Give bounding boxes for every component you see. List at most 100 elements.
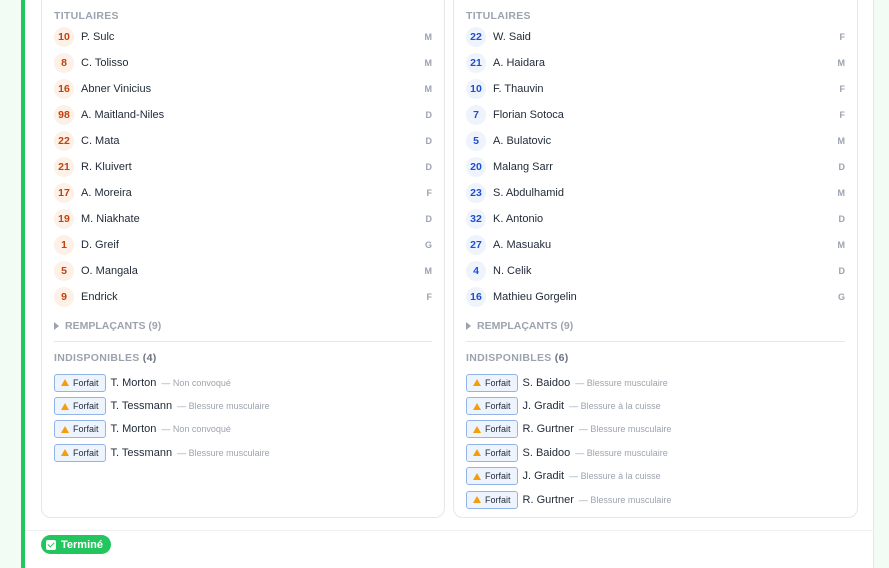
player-row[interactable]: 5 A. Bulatovic M xyxy=(466,128,845,154)
warning-triangle-icon xyxy=(473,379,481,387)
player-name: D. Greif xyxy=(81,239,119,251)
player-row[interactable]: 16 Mathieu Gorgelin G xyxy=(466,284,845,310)
player-row[interactable]: 1 D. Greif G xyxy=(54,232,432,258)
player-name: A. Maitland-Niles xyxy=(81,109,165,121)
warning-triangle-icon xyxy=(61,402,69,410)
badge-label: Forfait xyxy=(485,471,511,482)
player-position: M xyxy=(424,266,433,276)
player-position: F xyxy=(839,84,846,94)
player-position: F xyxy=(839,32,846,42)
unavailable-player-name: S. Baidoo xyxy=(522,446,571,459)
player-number: 27 xyxy=(466,235,486,255)
player-number: 10 xyxy=(54,27,74,47)
warning-triangle-icon xyxy=(61,379,69,387)
player-number: 1 xyxy=(54,235,74,255)
unavailable-reason: — Blessure musculaire xyxy=(177,447,270,458)
player-position: M xyxy=(424,84,433,94)
unavailable-row: Forfait S. Baidoo — Blessure musculaire xyxy=(466,371,845,394)
player-row[interactable]: 23 S. Abdulhamid M xyxy=(466,180,845,206)
player-number: 10 xyxy=(466,79,486,99)
player-position: G xyxy=(424,240,432,250)
player-row[interactable]: 20 Malang Sarr D xyxy=(466,154,845,180)
player-row[interactable]: 19 M. Niakhate D xyxy=(54,206,432,232)
player-row[interactable]: 8 C. Tolisso M xyxy=(54,50,432,76)
caret-right-icon xyxy=(54,322,59,330)
home-unavailable-list: Forfait T. Morton — Non convoqué Forfait T.… xyxy=(54,371,432,465)
player-position: M xyxy=(837,240,846,250)
substitutes-label: REMPLAÇANTS (9) xyxy=(65,320,162,332)
player-row[interactable]: 10 P. Sulc M xyxy=(54,24,432,50)
badge-label: Forfait xyxy=(485,377,511,388)
player-number: 20 xyxy=(466,157,486,177)
player-name: A. Haidara xyxy=(493,57,545,69)
player-row[interactable]: 16 Abner Vinicius M xyxy=(54,76,432,102)
badge-label: Forfait xyxy=(73,377,99,388)
player-number: 21 xyxy=(54,157,74,177)
unavailable-reason: — Blessure à la cuisse xyxy=(569,401,661,412)
player-name: N. Celik xyxy=(493,265,532,277)
player-position: F xyxy=(426,292,433,302)
player-row[interactable]: 4 N. Celik D xyxy=(466,258,845,284)
away-substitutes-toggle[interactable]: REMPLAÇANTS (9) xyxy=(466,320,573,332)
player-row[interactable]: 22 C. Mata D xyxy=(54,128,432,154)
warning-triangle-icon xyxy=(61,425,69,433)
unavailable-label: INDISPONIBLES xyxy=(466,352,552,364)
badge-label: Forfait xyxy=(73,401,99,412)
player-name: S. Abdulhamid xyxy=(493,187,564,199)
player-name: W. Said xyxy=(493,31,531,43)
player-row[interactable]: 10 F. Thauvin F xyxy=(466,76,845,102)
player-row[interactable]: 32 K. Antonio D xyxy=(466,206,845,232)
player-name: A. Bulatovic xyxy=(493,135,552,147)
unavailable-player-name: T. Tessmann xyxy=(110,400,173,413)
forfait-badge: Forfait xyxy=(54,420,106,439)
warning-triangle-icon xyxy=(473,496,481,504)
unavailable-player-name: J. Gradit xyxy=(522,470,565,483)
unavailable-reason: — Non convoqué xyxy=(161,377,231,388)
player-name: M. Niakhate xyxy=(81,213,140,225)
footer-divider xyxy=(25,530,874,531)
player-row[interactable]: 27 A. Masuaku M xyxy=(466,232,845,258)
away-unavailable-title: INDISPONIBLES (6) xyxy=(466,352,569,364)
player-row[interactable]: 17 A. Moreira F xyxy=(54,180,432,206)
unavailable-row: Forfait R. Gurtner — Blessure musculaire xyxy=(466,418,845,441)
away-starters-list: 22 W. Said F 21 A. Haidara M 10 F. Thauvin F 7… xyxy=(466,24,845,310)
player-number: 4 xyxy=(466,261,486,281)
player-row[interactable]: 98 A. Maitland-Niles D xyxy=(54,102,432,128)
player-name: F. Thauvin xyxy=(493,83,544,95)
player-name: P. Sulc xyxy=(81,31,115,43)
player-number: 23 xyxy=(466,183,486,203)
player-position: D xyxy=(425,214,433,224)
player-number: 19 xyxy=(54,209,74,229)
warning-triangle-icon xyxy=(61,449,69,457)
unavailable-label: INDISPONIBLES xyxy=(54,352,140,364)
player-row[interactable]: 21 A. Haidara M xyxy=(466,50,845,76)
player-row[interactable]: 9 Endrick F xyxy=(54,284,432,310)
warning-triangle-icon xyxy=(473,449,481,457)
unavailable-player-name: T. Morton xyxy=(110,376,157,389)
unavailable-row: Forfait T. Morton — Non convoqué xyxy=(54,418,432,441)
player-position: D xyxy=(838,266,846,276)
badge-label: Forfait xyxy=(485,401,511,412)
home-starters-list: 10 P. Sulc M 8 C. Tolisso M 16 Abner Vinicius… xyxy=(54,24,432,310)
forfait-badge: Forfait xyxy=(54,443,106,462)
player-position: F xyxy=(839,110,846,120)
player-position: M xyxy=(424,58,433,68)
player-name: Malang Sarr xyxy=(493,161,553,173)
player-number: 7 xyxy=(466,105,486,125)
player-row[interactable]: 21 R. Kluivert D xyxy=(54,154,432,180)
player-position: D xyxy=(838,214,846,224)
player-name: Mathieu Gorgelin xyxy=(493,291,577,303)
unavailable-player-name: T. Tessmann xyxy=(110,446,173,459)
player-name: A. Moreira xyxy=(81,187,132,199)
forfait-badge: Forfait xyxy=(466,443,518,462)
unavailable-row: Forfait T. Tessmann — Blessure musculaire xyxy=(54,441,432,464)
home-substitutes-toggle[interactable]: REMPLAÇANTS (9) xyxy=(54,320,161,332)
player-name: A. Masuaku xyxy=(493,239,552,251)
player-row[interactable]: 5 O. Mangala M xyxy=(54,258,432,284)
player-row[interactable]: 22 W. Said F xyxy=(466,24,845,50)
forfait-badge: Forfait xyxy=(466,420,518,439)
player-row[interactable]: 7 Florian Sotoca F xyxy=(466,102,845,128)
player-number: 5 xyxy=(54,261,74,281)
player-position: D xyxy=(425,110,433,120)
unavailable-row: Forfait S. Baidoo — Blessure musculaire xyxy=(466,441,845,464)
